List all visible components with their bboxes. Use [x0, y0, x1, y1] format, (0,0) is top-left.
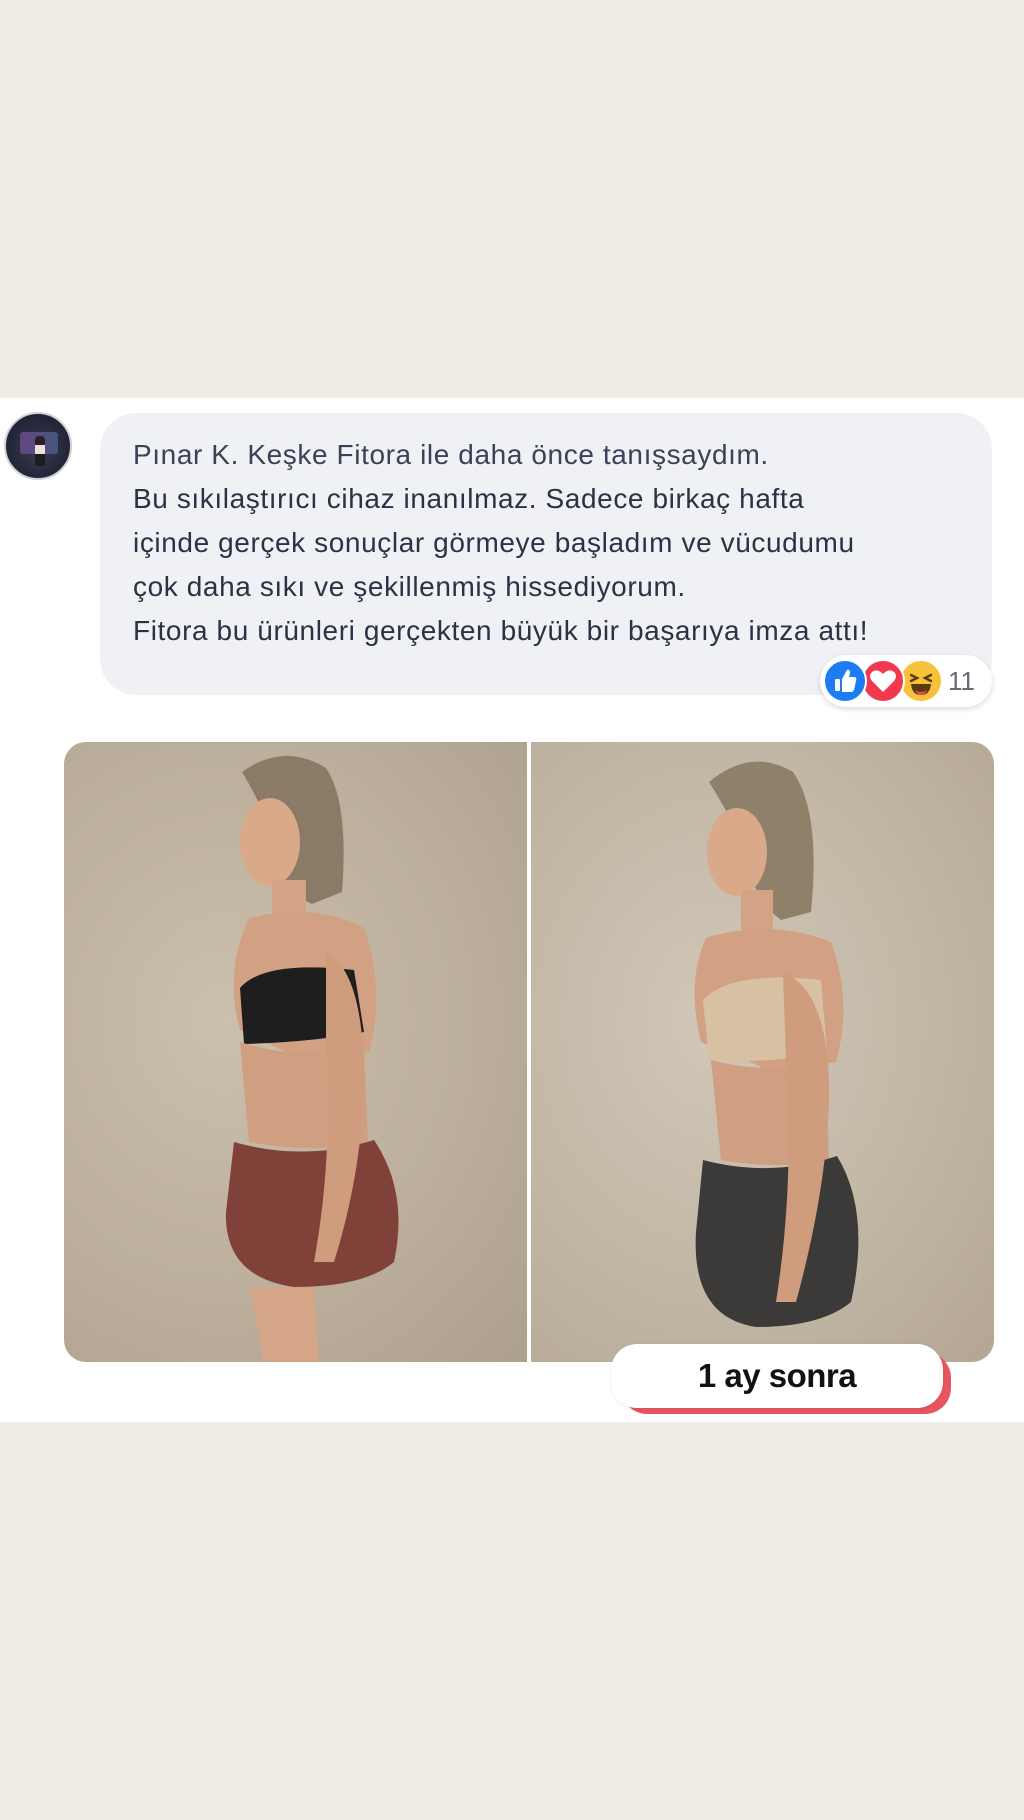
- after-photo: [531, 742, 994, 1362]
- comment-text-line: içinde gerçek sonuçlar görmeye başladım …: [133, 527, 855, 558]
- like-icon: [823, 659, 867, 703]
- comment-author[interactable]: Pınar K.: [133, 439, 239, 470]
- photo-caption: 1 ay sonra: [611, 1344, 943, 1408]
- love-icon: [861, 659, 905, 703]
- before-after-photos[interactable]: [64, 742, 994, 1362]
- comment-text-line: çok daha sıkı ve şekillenmiş hissediyoru…: [133, 571, 686, 602]
- haha-icon: [899, 659, 943, 703]
- comment-text-line: Keşke Fitora ile daha önce tanışsaydım.: [247, 439, 769, 470]
- avatar-figure: [35, 436, 45, 466]
- avatar[interactable]: [4, 412, 72, 480]
- comment-first-line: Pınar K. Keşke Fitora ile daha önce tanı…: [133, 433, 962, 477]
- comment-card: Pınar K. Keşke Fitora ile daha önce tanı…: [0, 398, 1024, 1422]
- reactions-summary[interactable]: 11: [820, 655, 992, 707]
- comment-bubble: Pınar K. Keşke Fitora ile daha önce tanı…: [100, 413, 992, 695]
- comment-text-line: Fitora bu ürünleri gerçekten büyük bir b…: [133, 615, 869, 646]
- comment-text-line: Bu sıkılaştırıcı cihaz inanılmaz. Sadece…: [133, 483, 805, 514]
- reaction-count: 11: [948, 666, 975, 696]
- before-photo: [64, 742, 527, 1362]
